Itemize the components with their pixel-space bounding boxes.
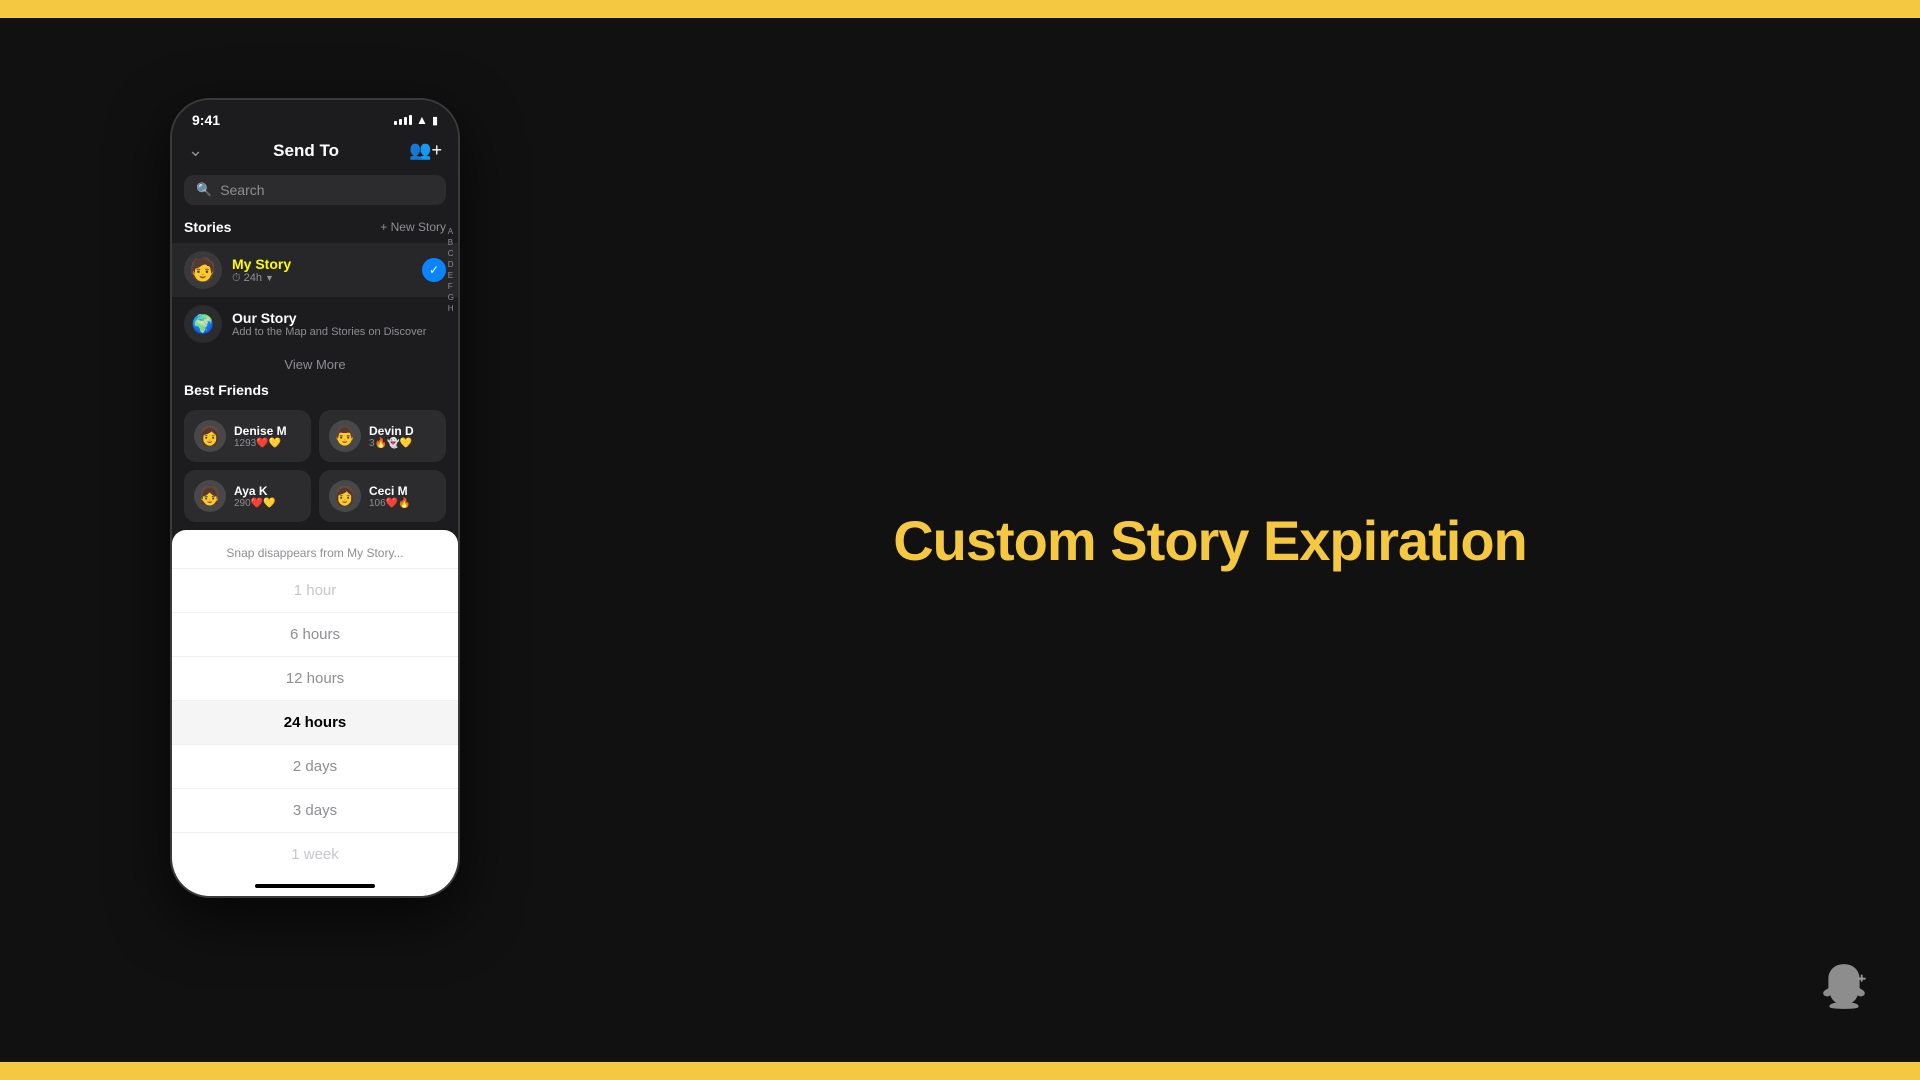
my-story-item[interactable]: 🧑 My Story ⏱ 24h ▼ ✓ A B	[172, 243, 458, 297]
option-6-hours[interactable]: 6 hours	[172, 612, 458, 656]
aya-name: Aya K	[234, 484, 276, 498]
devin-info: Devin D 3🔥👻💛	[369, 424, 414, 449]
new-story-button[interactable]: + New Story	[380, 220, 446, 234]
snapchat-logo	[1818, 960, 1870, 1022]
alpha-b: B	[446, 237, 456, 248]
snapchat-ghost-icon	[1818, 960, 1870, 1012]
option-12-hours[interactable]: 12 hours	[172, 656, 458, 700]
story-duration: 24h	[244, 272, 262, 284]
border-bottom	[0, 1062, 1920, 1080]
our-story-icon: 🌍	[192, 314, 214, 335]
alpha-a: A	[446, 226, 456, 237]
signal-bar-2	[399, 119, 402, 125]
status-icons: ▲ ▮	[394, 113, 438, 127]
phone-mockup: 9:41 ▲ ▮ ⌄ Send To	[170, 98, 460, 898]
search-bar[interactable]: 🔍 Search	[184, 175, 446, 205]
ceci-avatar: 👩	[329, 480, 361, 512]
option-24-hours[interactable]: 24 hours	[172, 700, 458, 744]
border-top	[0, 0, 1920, 18]
denise-info: Denise M 1293❤️💛	[234, 424, 287, 449]
alphabet-scroll: A B C D E F G H	[446, 243, 456, 297]
signal-bar-4	[409, 115, 412, 125]
ceci-name: Ceci M	[369, 484, 411, 498]
status-bar: 9:41 ▲ ▮	[172, 100, 458, 134]
search-placeholder: Search	[220, 182, 264, 198]
ceci-score: 106❤️🔥	[369, 498, 411, 509]
best-friends-label: Best Friends	[184, 382, 269, 398]
signal-bar-3	[404, 117, 407, 125]
denise-avatar: 👩	[194, 420, 226, 452]
phone-screen: 9:41 ▲ ▮ ⌄ Send To	[172, 100, 458, 530]
aya-info: Aya K 290❤️💛	[234, 484, 276, 509]
friend-card-denise[interactable]: 👩 Denise M 1293❤️💛	[184, 410, 311, 462]
status-time: 9:41	[192, 112, 220, 128]
my-story-avatar-emoji: 🧑	[189, 257, 216, 283]
aya-score: 290❤️💛	[234, 498, 276, 509]
alpha-d: D	[446, 259, 456, 270]
best-friends-header: Best Friends	[172, 378, 458, 406]
devin-avatar: 👨	[329, 420, 361, 452]
friend-card-ceci[interactable]: 👩 Ceci M 106❤️🔥	[319, 470, 446, 522]
screen-title: Send To	[273, 141, 339, 161]
screen-header: ⌄ Send To 👥+	[172, 134, 458, 171]
stories-section-header: Stories + New Story	[172, 215, 458, 243]
our-story-avatar: 🌍	[184, 305, 222, 343]
option-3-days[interactable]: 3 days	[172, 788, 458, 832]
our-story-subtitle: Add to the Map and Stories on Discover	[232, 326, 446, 338]
view-more-button[interactable]: View More	[172, 351, 458, 378]
friends-grid: 👩 Denise M 1293❤️💛 👨 Devin D 3🔥👻💛	[172, 406, 458, 530]
alpha-e: E	[446, 270, 456, 281]
aya-avatar: 👧	[194, 480, 226, 512]
right-section: Custom Story Expiration	[500, 18, 1920, 1062]
our-story-item[interactable]: 🌍 Our Story Add to the Map and Stories o…	[172, 297, 458, 351]
our-story-name: Our Story	[232, 310, 446, 326]
signal-bars-icon	[394, 115, 412, 125]
dropdown-header: Snap disappears from My Story...	[172, 530, 458, 568]
clock-icon: ⏱	[232, 272, 241, 285]
option-1-week[interactable]: 1 week	[172, 832, 458, 876]
ceci-info: Ceci M 106❤️🔥	[369, 484, 411, 509]
feature-title: Custom Story Expiration	[893, 508, 1527, 573]
signal-bar-1	[394, 121, 397, 125]
wifi-icon: ▲	[416, 113, 428, 127]
denise-score: 1293❤️💛	[234, 438, 287, 449]
alpha-c: C	[446, 248, 456, 259]
devin-score: 3🔥👻💛	[369, 438, 414, 449]
my-story-name: My Story	[232, 256, 422, 272]
option-2-days[interactable]: 2 days	[172, 744, 458, 788]
denise-name: Denise M	[234, 424, 287, 438]
devin-name: Devin D	[369, 424, 414, 438]
friend-card-devin[interactable]: 👨 Devin D 3🔥👻💛	[319, 410, 446, 462]
home-indicator	[172, 876, 458, 896]
search-icon: 🔍	[196, 182, 212, 198]
main-content: 9:41 ▲ ▮ ⌄ Send To	[0, 18, 1920, 1062]
our-story-info: Our Story Add to the Map and Stories on …	[232, 310, 446, 338]
home-bar	[255, 884, 375, 888]
friend-card-aya[interactable]: 👧 Aya K 290❤️💛	[184, 470, 311, 522]
option-1-hour[interactable]: 1 hour	[172, 568, 458, 612]
add-friend-button[interactable]: 👥+	[409, 140, 442, 161]
chevron-small-icon: ▼	[265, 273, 274, 283]
my-story-timer: ⏱ 24h ▼	[232, 272, 422, 285]
battery-icon: ▮	[432, 114, 438, 127]
back-button[interactable]: ⌄	[188, 140, 203, 161]
my-story-avatar: 🧑	[184, 251, 222, 289]
expiration-dropdown: Snap disappears from My Story... 1 hour …	[172, 530, 458, 896]
phone-frame: 9:41 ▲ ▮ ⌄ Send To	[170, 98, 460, 898]
stories-label: Stories	[184, 219, 231, 235]
alpha-f: F	[446, 281, 456, 292]
my-story-info: My Story ⏱ 24h ▼	[232, 256, 422, 285]
selected-checkmark: ✓	[422, 258, 446, 282]
